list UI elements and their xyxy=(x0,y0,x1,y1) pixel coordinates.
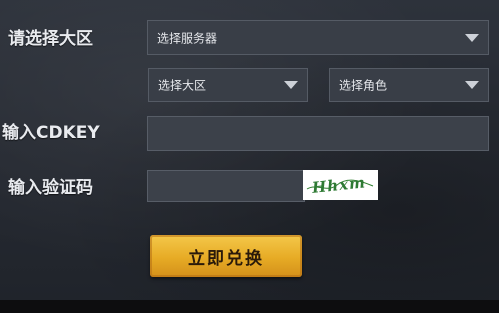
server-select-value: 选择服务器 xyxy=(157,31,218,45)
redeem-button[interactable]: 立即兑换 xyxy=(150,235,302,277)
chevron-down-icon xyxy=(464,81,479,89)
captcha-input[interactable] xyxy=(147,170,305,202)
cdkey-label: 输入CDKEY xyxy=(2,123,100,143)
bottom-bar xyxy=(0,300,499,313)
role-select-dropdown[interactable] xyxy=(455,69,488,101)
redeem-button-label: 立即兑换 xyxy=(188,248,264,269)
chevron-down-icon xyxy=(464,33,479,42)
role-select-value: 选择角色 xyxy=(339,78,388,93)
region-select-value: 选择大区 xyxy=(158,78,207,93)
server-select-dropdown[interactable] xyxy=(455,21,488,54)
region-select[interactable]: 选择大区 xyxy=(148,68,308,102)
server-select[interactable]: 选择服务器 xyxy=(147,20,489,55)
captcha-label: 输入验证码 xyxy=(8,178,93,198)
cdkey-input[interactable] xyxy=(147,116,489,151)
chevron-down-icon xyxy=(283,81,298,89)
role-select[interactable]: 选择角色 xyxy=(329,68,489,102)
region-select-dropdown[interactable] xyxy=(274,69,307,101)
captcha-image[interactable]: Hhxm xyxy=(303,170,378,200)
region-label: 请选择大区 xyxy=(8,29,93,49)
